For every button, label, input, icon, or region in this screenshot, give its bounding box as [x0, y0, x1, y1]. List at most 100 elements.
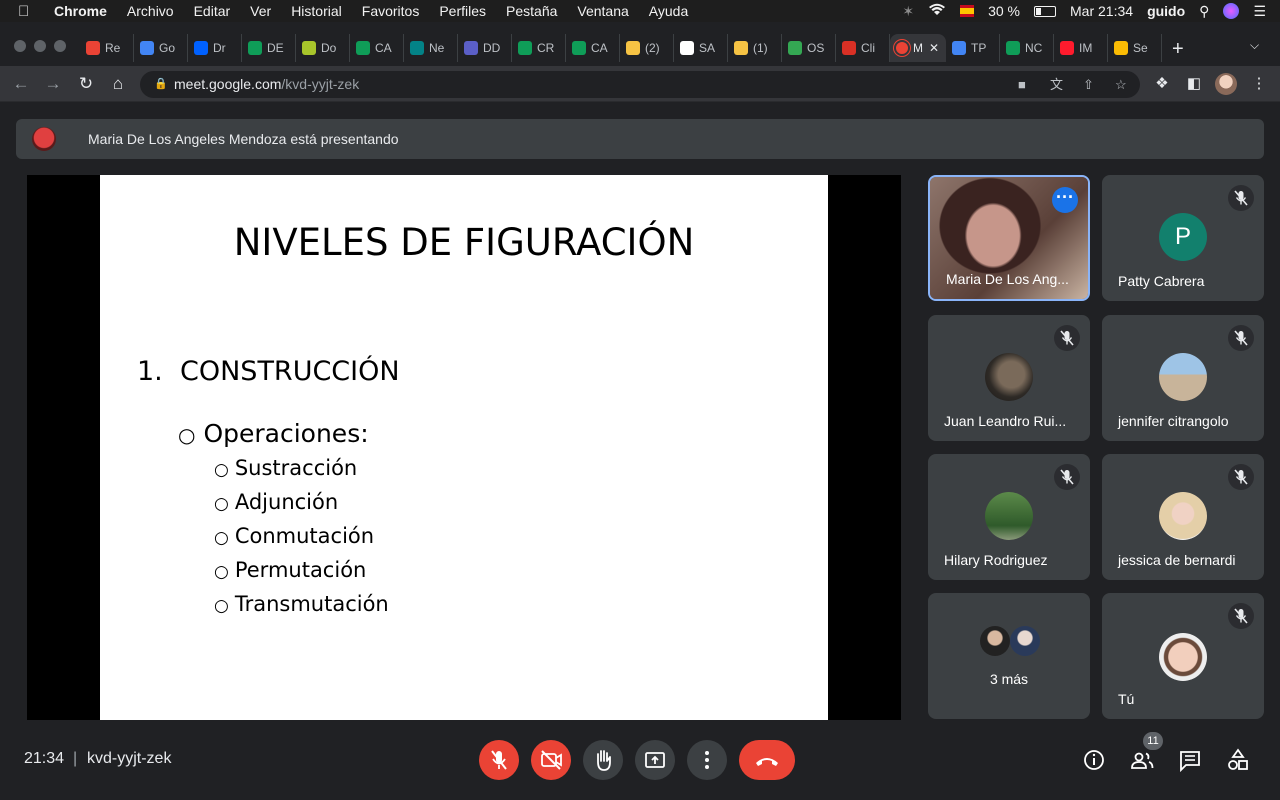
new-tab-button[interactable]: + — [1172, 38, 1184, 61]
mic-off-icon — [1228, 325, 1254, 351]
browser-tab[interactable]: M ✕ — [890, 34, 946, 62]
profile-avatar[interactable] — [1215, 73, 1237, 95]
browser-tab[interactable]: TP — [946, 34, 1000, 62]
wifi-icon[interactable] — [928, 3, 946, 19]
menu-editar[interactable]: Editar — [194, 3, 231, 19]
meeting-controls-bar: 21:34 | kvd-yyjt-zek 11 — [0, 730, 1280, 800]
browser-tab[interactable]: IM — [1054, 34, 1108, 62]
browser-tab[interactable]: Ne — [404, 34, 458, 62]
participant-tile-jennifer[interactable]: jennifer citrangolo — [1102, 315, 1264, 441]
extensions-puzzle-icon[interactable]: ❖ — [1151, 73, 1173, 95]
microphone-toggle-button[interactable] — [479, 740, 519, 780]
browser-tab[interactable]: Se — [1108, 34, 1162, 62]
camera-in-use-icon[interactable]: ■ — [1018, 71, 1026, 98]
menu-pestana[interactable]: Pestaña — [506, 3, 557, 19]
forward-button[interactable]: → — [42, 73, 64, 95]
participant-tile-juan[interactable]: Juan Leandro Rui... — [928, 315, 1090, 441]
slide-operation-item: ○ Permutación — [214, 558, 389, 592]
browser-tab[interactable]: CA — [566, 34, 620, 62]
activities-shapes-icon — [1228, 748, 1248, 770]
lock-icon[interactable]: 🔒 — [154, 71, 168, 98]
minimize-window-button[interactable] — [34, 40, 46, 52]
menubar-clock[interactable]: Mar 21:34 — [1070, 3, 1133, 19]
present-screen-button[interactable] — [635, 740, 675, 780]
menu-ver[interactable]: Ver — [250, 3, 271, 19]
browser-tab[interactable]: CA — [350, 34, 404, 62]
operation-label: Permutación — [234, 558, 367, 582]
browser-tab[interactable]: Dr — [188, 34, 242, 62]
menu-archivo[interactable]: Archivo — [127, 3, 174, 19]
siri-icon[interactable] — [1223, 3, 1240, 19]
people-button[interactable] — [1128, 746, 1156, 774]
address-bar[interactable]: 🔒 meet.google.com/kvd-yyjt-zek ■ 文 ⇧ ☆ — [140, 71, 1140, 98]
browser-tab[interactable]: SA — [674, 34, 728, 62]
participant-tile-jessica[interactable]: jessica de bernardi — [1102, 454, 1264, 580]
browser-tab[interactable]: DE — [242, 34, 296, 62]
browser-tab[interactable]: NC — [1000, 34, 1054, 62]
chrome-menu-icon[interactable]: ⋮ — [1248, 73, 1270, 95]
spotlight-search-icon[interactable]: ⚲ — [1199, 3, 1209, 20]
participant-name: Hilary Rodriguez — [944, 552, 1048, 568]
slide-subheading-text: Operaciones: — [203, 419, 369, 448]
bookmark-star-icon[interactable]: ☆ — [1115, 71, 1127, 98]
browser-tab[interactable]: Cli — [836, 34, 890, 62]
zoom-window-button[interactable] — [54, 40, 66, 52]
macos-menu-bar:  Chrome Archivo Editar Ver Historial Fa… — [0, 0, 1280, 22]
back-button[interactable]: ← — [10, 73, 32, 95]
menu-historial[interactable]: Historial — [291, 3, 342, 19]
translate-icon[interactable]: 文 — [1050, 71, 1063, 98]
home-button[interactable]: ⌂ — [107, 73, 129, 95]
apple-menu-icon[interactable]:  — [18, 3, 38, 20]
bluetooth-icon[interactable]: ✶ — [902, 3, 914, 20]
participant-name: Juan Leandro Rui... — [944, 413, 1067, 429]
battery-icon[interactable] — [1034, 5, 1057, 17]
presentation-slide: NIVELES DE FIGURACIÓN 1. CONSTRUCCIÓN ○ O… — [100, 175, 828, 720]
share-icon[interactable]: ⇧ — [1083, 71, 1094, 98]
control-center-icon[interactable]: ☰ — [1253, 3, 1266, 20]
participant-avatar — [985, 353, 1033, 401]
tab-title: CR — [537, 41, 555, 55]
camera-toggle-button[interactable] — [531, 740, 571, 780]
participant-tile-self[interactable]: Tú — [1102, 593, 1264, 719]
tab-title: Go — [159, 41, 176, 55]
browser-tab[interactable]: Re — [80, 34, 134, 62]
meeting-details-button[interactable] — [1080, 746, 1108, 774]
browser-tab[interactable]: (1) — [728, 34, 782, 62]
bullet-icon: ○ — [178, 423, 196, 447]
menu-ayuda[interactable]: Ayuda — [649, 3, 688, 19]
side-panel-icon[interactable]: ◧ — [1183, 73, 1205, 95]
participant-tile-maria[interactable]: ··· Maria De Los Ang... — [928, 175, 1090, 301]
browser-tab[interactable]: DD — [458, 34, 512, 62]
tab-title: (1) — [753, 41, 768, 55]
participant-tile-patty[interactable]: P Patty Cabrera — [1102, 175, 1264, 301]
activities-button[interactable] — [1224, 746, 1252, 774]
menu-favoritos[interactable]: Favoritos — [362, 3, 420, 19]
aperture-icon — [788, 41, 802, 55]
cross-icon — [842, 41, 856, 55]
menu-perfiles[interactable]: Perfiles — [439, 3, 486, 19]
tab-search-chevron-icon[interactable]: ⌵ — [1250, 38, 1259, 53]
presentation-stage[interactable]: NIVELES DE FIGURACIÓN 1. CONSTRUCCIÓN ○ O… — [27, 175, 901, 720]
browser-tab[interactable]: OS — [782, 34, 836, 62]
browser-tab[interactable]: (2) — [620, 34, 674, 62]
chat-button[interactable] — [1176, 746, 1204, 774]
close-window-button[interactable] — [14, 40, 26, 52]
more-options-icon[interactable]: ··· — [1052, 187, 1078, 213]
browser-tab[interactable]: CR — [512, 34, 566, 62]
more-options-button[interactable] — [687, 740, 727, 780]
menu-app-chrome[interactable]: Chrome — [54, 3, 107, 19]
participant-tile-more[interactable]: 3 más — [928, 593, 1090, 719]
menubar-user[interactable]: guido — [1147, 3, 1185, 19]
browser-tab[interactable]: Do — [296, 34, 350, 62]
participant-tile-hilary[interactable]: Hilary Rodriguez — [928, 454, 1090, 580]
close-tab-icon[interactable]: ✕ — [929, 41, 939, 55]
browser-tab[interactable]: Go — [134, 34, 188, 62]
input-language-flag-icon[interactable] — [960, 5, 975, 17]
leave-call-button[interactable] — [739, 740, 795, 780]
raise-hand-button[interactable] — [583, 740, 623, 780]
browser-toolbar: ← → ↻ ⌂ 🔒 meet.google.com/kvd-yyjt-zek ■… — [0, 66, 1280, 102]
recording-icon — [896, 42, 908, 54]
battery-percentage[interactable]: 30 % — [988, 3, 1020, 19]
menu-ventana[interactable]: Ventana — [577, 3, 628, 19]
reload-button[interactable]: ↻ — [75, 73, 97, 95]
